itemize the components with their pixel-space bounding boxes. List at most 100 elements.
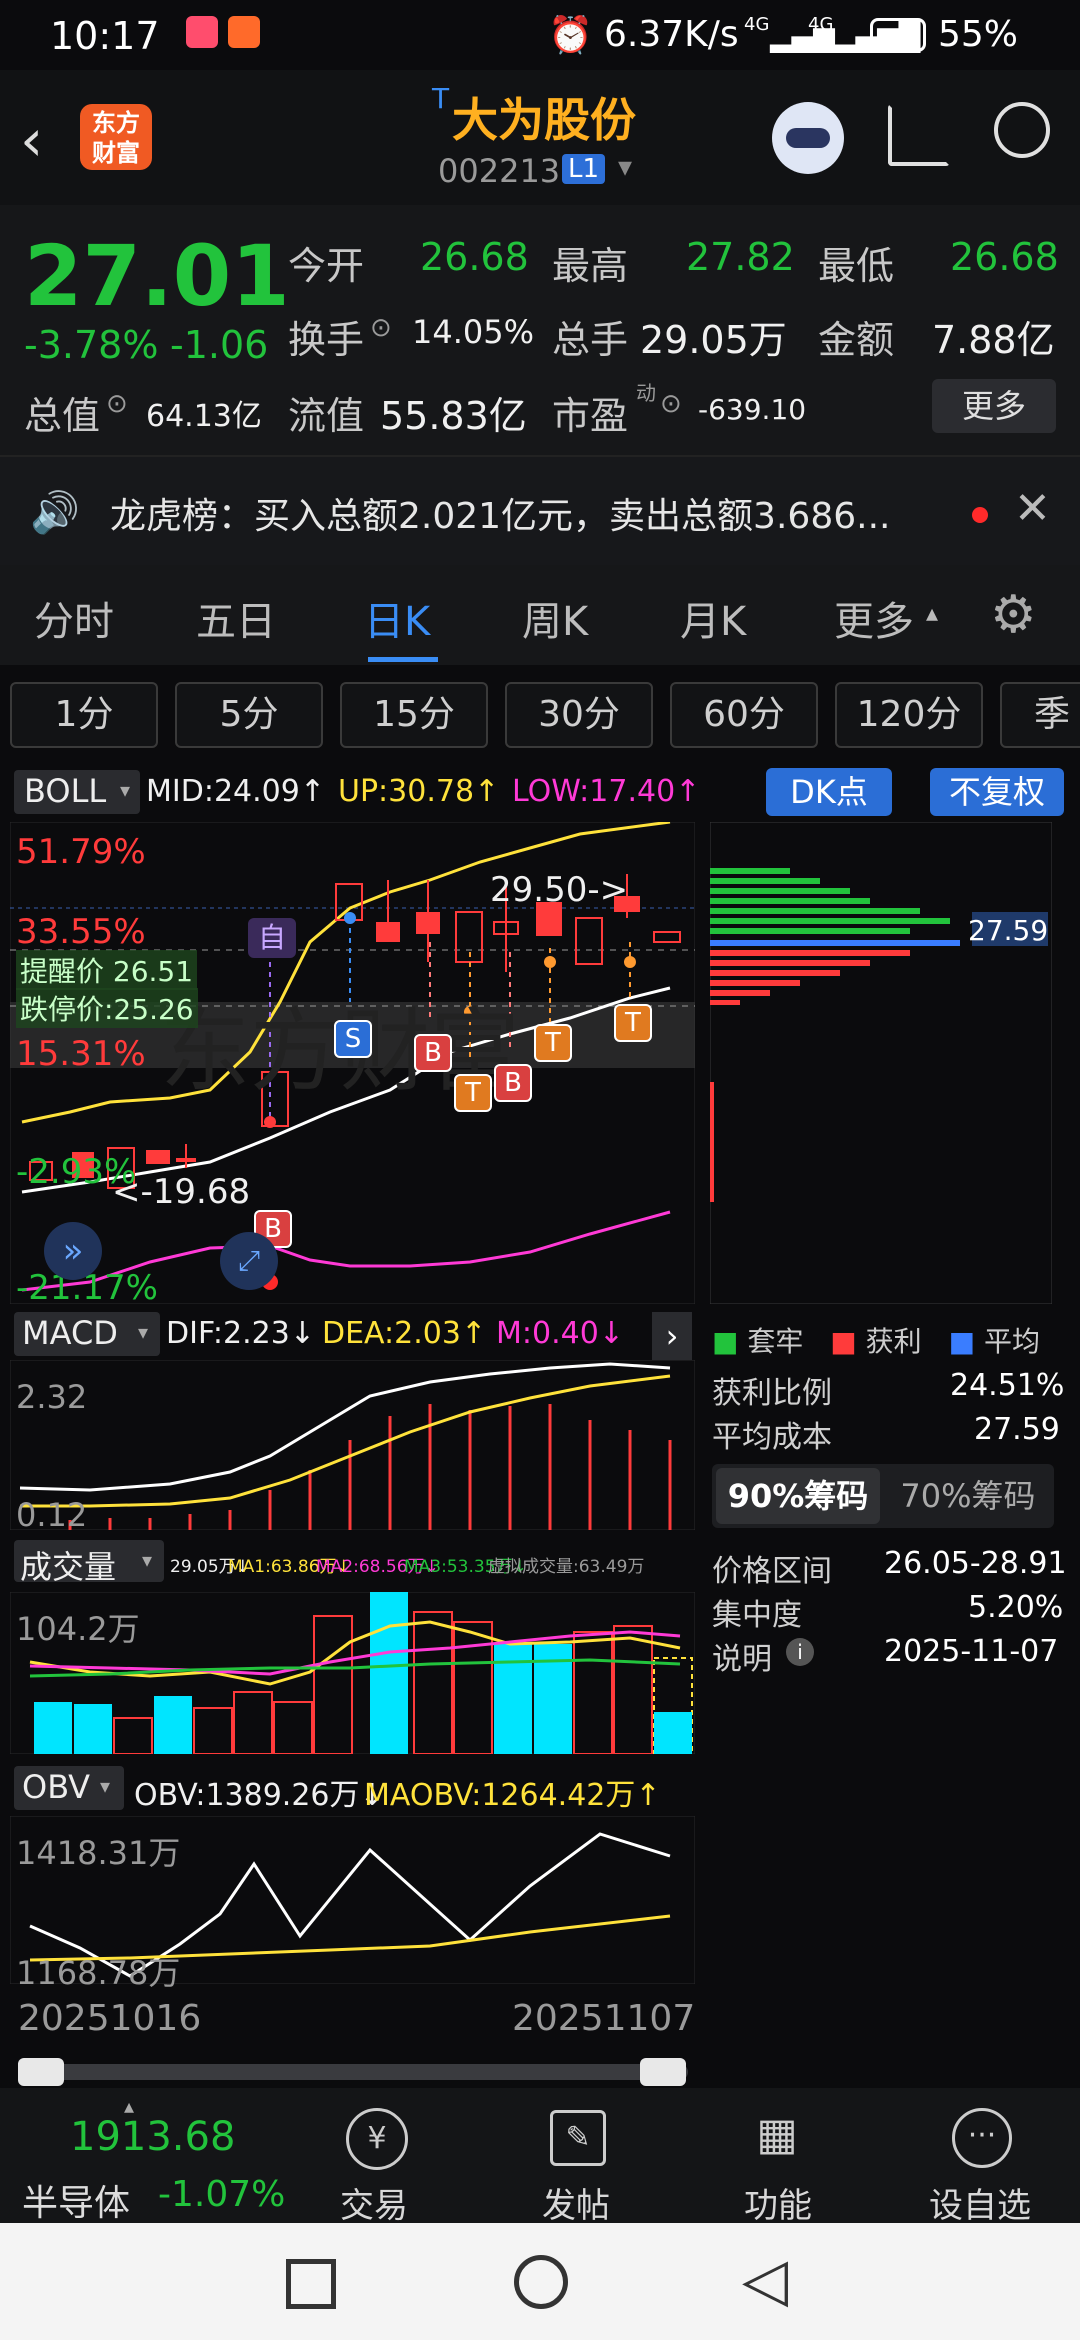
turnover-value: 14.05% <box>412 313 535 351</box>
signal-buy-marker-2[interactable]: B <box>494 1064 532 1102</box>
macd-dropdown-icon: ▾ <box>138 1320 149 1344</box>
self-select-marker[interactable]: 自 <box>248 918 296 958</box>
more-button[interactable]: 更多 <box>932 379 1056 433</box>
tab-five-day[interactable]: 五日 <box>196 589 276 647</box>
high-label: 最高 <box>552 244 629 288</box>
expand-icon[interactable]: » <box>44 1222 102 1280</box>
signal-sell-marker[interactable]: S <box>334 1020 372 1058</box>
level-badge[interactable]: L1 <box>562 154 606 184</box>
tab-weekly-k[interactable]: 周K <box>522 589 588 647</box>
macd-chart[interactable] <box>10 1360 695 1530</box>
nav-trade[interactable]: 交易 <box>304 2178 444 2227</box>
unread-dot <box>972 507 988 523</box>
pe-info-icon[interactable]: ⊙ <box>660 389 682 419</box>
info-icon[interactable]: ⊙ <box>370 313 392 343</box>
tab-more[interactable]: 更多 <box>834 589 914 647</box>
gear-icon[interactable]: ⚙ <box>990 585 1037 645</box>
close-icon[interactable]: ✕ <box>1014 483 1051 534</box>
more-caret-icon: ▴ <box>926 599 939 627</box>
logo-text-top: 东方 <box>92 109 140 137</box>
signal-t-marker-1[interactable]: T <box>454 1074 492 1112</box>
trade-icon[interactable]: ¥ <box>346 2108 408 2170</box>
amount-label: 金额 <box>818 318 895 362</box>
macd-m: M:0.40↓ <box>496 1316 624 1351</box>
ticker-bar[interactable]: 🔊 龙虎榜：买入总额2.021亿元，卖出总额3.686... ✕ <box>0 455 1080 567</box>
add-watchlist-icon[interactable]: ··· <box>952 2108 1012 2168</box>
profit-ratio-label: 获利比例 <box>712 1376 832 1411</box>
pct-label-2: 33.55% <box>16 912 146 952</box>
chip-distribution-chart[interactable] <box>710 822 1052 1304</box>
nav-add-watchlist[interactable]: 设自选 <box>910 2178 1050 2227</box>
period-120m[interactable]: 120分 <box>835 682 983 748</box>
nav-post[interactable]: 发帖 <box>506 2178 646 2227</box>
back-nav-icon[interactable]: ◁ <box>742 2245 788 2315</box>
mktcap-info-icon[interactable]: ⊙ <box>106 389 128 419</box>
dk-point-button[interactable]: DK点 <box>766 768 892 816</box>
boll-indicator-selector[interactable]: BOLL ▾ <box>14 770 140 814</box>
nav-function[interactable]: 功能 <box>708 2178 848 2227</box>
signal-buy-marker[interactable]: B <box>414 1034 452 1072</box>
recent-apps-icon[interactable] <box>286 2259 336 2309</box>
range-slider-right-handle[interactable] <box>640 2058 686 2086</box>
desc-label: 说明 <box>712 1642 772 1677</box>
period-30m[interactable]: 30分 <box>505 682 653 748</box>
period-season[interactable]: 季 <box>1000 682 1080 748</box>
back-icon[interactable]: ‹ <box>20 106 43 174</box>
limit-down-label: 跌停价:25.26 <box>16 988 198 1028</box>
open-value: 26.68 <box>420 235 529 279</box>
volume-label: 总手 <box>552 318 629 362</box>
period-1m[interactable]: 1分 <box>10 682 158 748</box>
tab-monthly-k[interactable]: 月K <box>680 589 746 647</box>
quote-panel: 27.01 -3.78% -1.06 今开 26.68 最高 27.82 最低 … <box>0 205 1080 455</box>
range-slider-track[interactable] <box>18 2064 688 2080</box>
mktcap-label: 总值 <box>24 394 101 438</box>
tab-timeshare[interactable]: 分时 <box>34 589 114 647</box>
macd-indicator-selector[interactable]: MACD ▾ <box>14 1312 160 1356</box>
obv-value: OBV:1389.26万↓ <box>134 1778 385 1813</box>
desc-info-icon[interactable]: i <box>786 1638 814 1666</box>
search-icon[interactable] <box>994 102 1050 158</box>
chip-avg-price-label: 27.59 <box>968 914 1049 947</box>
macd-next-icon[interactable]: › <box>652 1312 692 1360</box>
speaker-icon: 🔊 <box>30 490 80 536</box>
signal-t-marker-3[interactable]: T <box>614 1004 652 1042</box>
price-range-label: 价格区间 <box>712 1554 832 1589</box>
logo-text-bottom: 财富 <box>92 139 140 167</box>
pct-label-1: 51.79% <box>16 832 146 872</box>
stock-title[interactable]: 大为股份 <box>452 84 636 150</box>
tab-chip-90[interactable]: 90%筹码 <box>716 1468 880 1524</box>
tab-daily-k[interactable]: 日K <box>364 589 430 647</box>
battery-level: 55% <box>938 14 1019 55</box>
share-icon[interactable] <box>888 104 950 166</box>
index-name[interactable]: 半导体 <box>22 2174 130 2226</box>
function-icon[interactable]: ▦ <box>752 2110 802 2160</box>
ticker-text[interactable]: 龙虎榜：买入总额2.021亿元，卖出总额3.686... <box>110 487 890 539</box>
home-icon[interactable] <box>514 2255 568 2309</box>
dropdown-icon[interactable]: ▾ <box>618 150 632 183</box>
index-value[interactable]: 1913.68 <box>70 2114 235 2160</box>
network-speed: 6.37K/s <box>604 14 739 55</box>
period-60m[interactable]: 60分 <box>670 682 818 748</box>
robot-avatar-icon[interactable] <box>772 102 844 174</box>
volume-value: 29.05万 <box>640 318 787 362</box>
signal-t-marker-2[interactable]: T <box>534 1024 572 1062</box>
maobv-value: MAOBV:1264.42万↑ <box>364 1778 661 1813</box>
alert-price-label[interactable]: 提醒价 26.51 <box>16 950 198 990</box>
zoom-icon[interactable]: ⤢ <box>220 1232 278 1290</box>
period-5m[interactable]: 5分 <box>175 682 323 748</box>
range-slider-left-handle[interactable] <box>18 2058 64 2086</box>
boll-mid: MID:24.09↑ <box>146 774 325 809</box>
obv-indicator-selector[interactable]: OBV ▾ <box>14 1766 124 1810</box>
no-restoration-button[interactable]: 不复权 <box>930 768 1064 816</box>
post-icon[interactable]: ✎ <box>550 2110 606 2166</box>
profit-ratio-value: 24.51% <box>950 1368 1065 1403</box>
volume-virtual: 虚拟成交量:63.49万 <box>488 1557 645 1577</box>
macd-bottom-value: 0.12 <box>16 1496 88 1534</box>
high-value: 27.82 <box>686 235 795 279</box>
obv-top-value: 1418.31万 <box>16 1834 181 1872</box>
volume-indicator-selector[interactable]: 成交量 ▾ <box>14 1540 164 1586</box>
float-value: 55.83亿 <box>380 394 527 438</box>
active-tab-indicator <box>368 657 438 662</box>
tab-chip-70[interactable]: 70%筹码 <box>886 1468 1050 1524</box>
period-15m[interactable]: 15分 <box>340 682 488 748</box>
